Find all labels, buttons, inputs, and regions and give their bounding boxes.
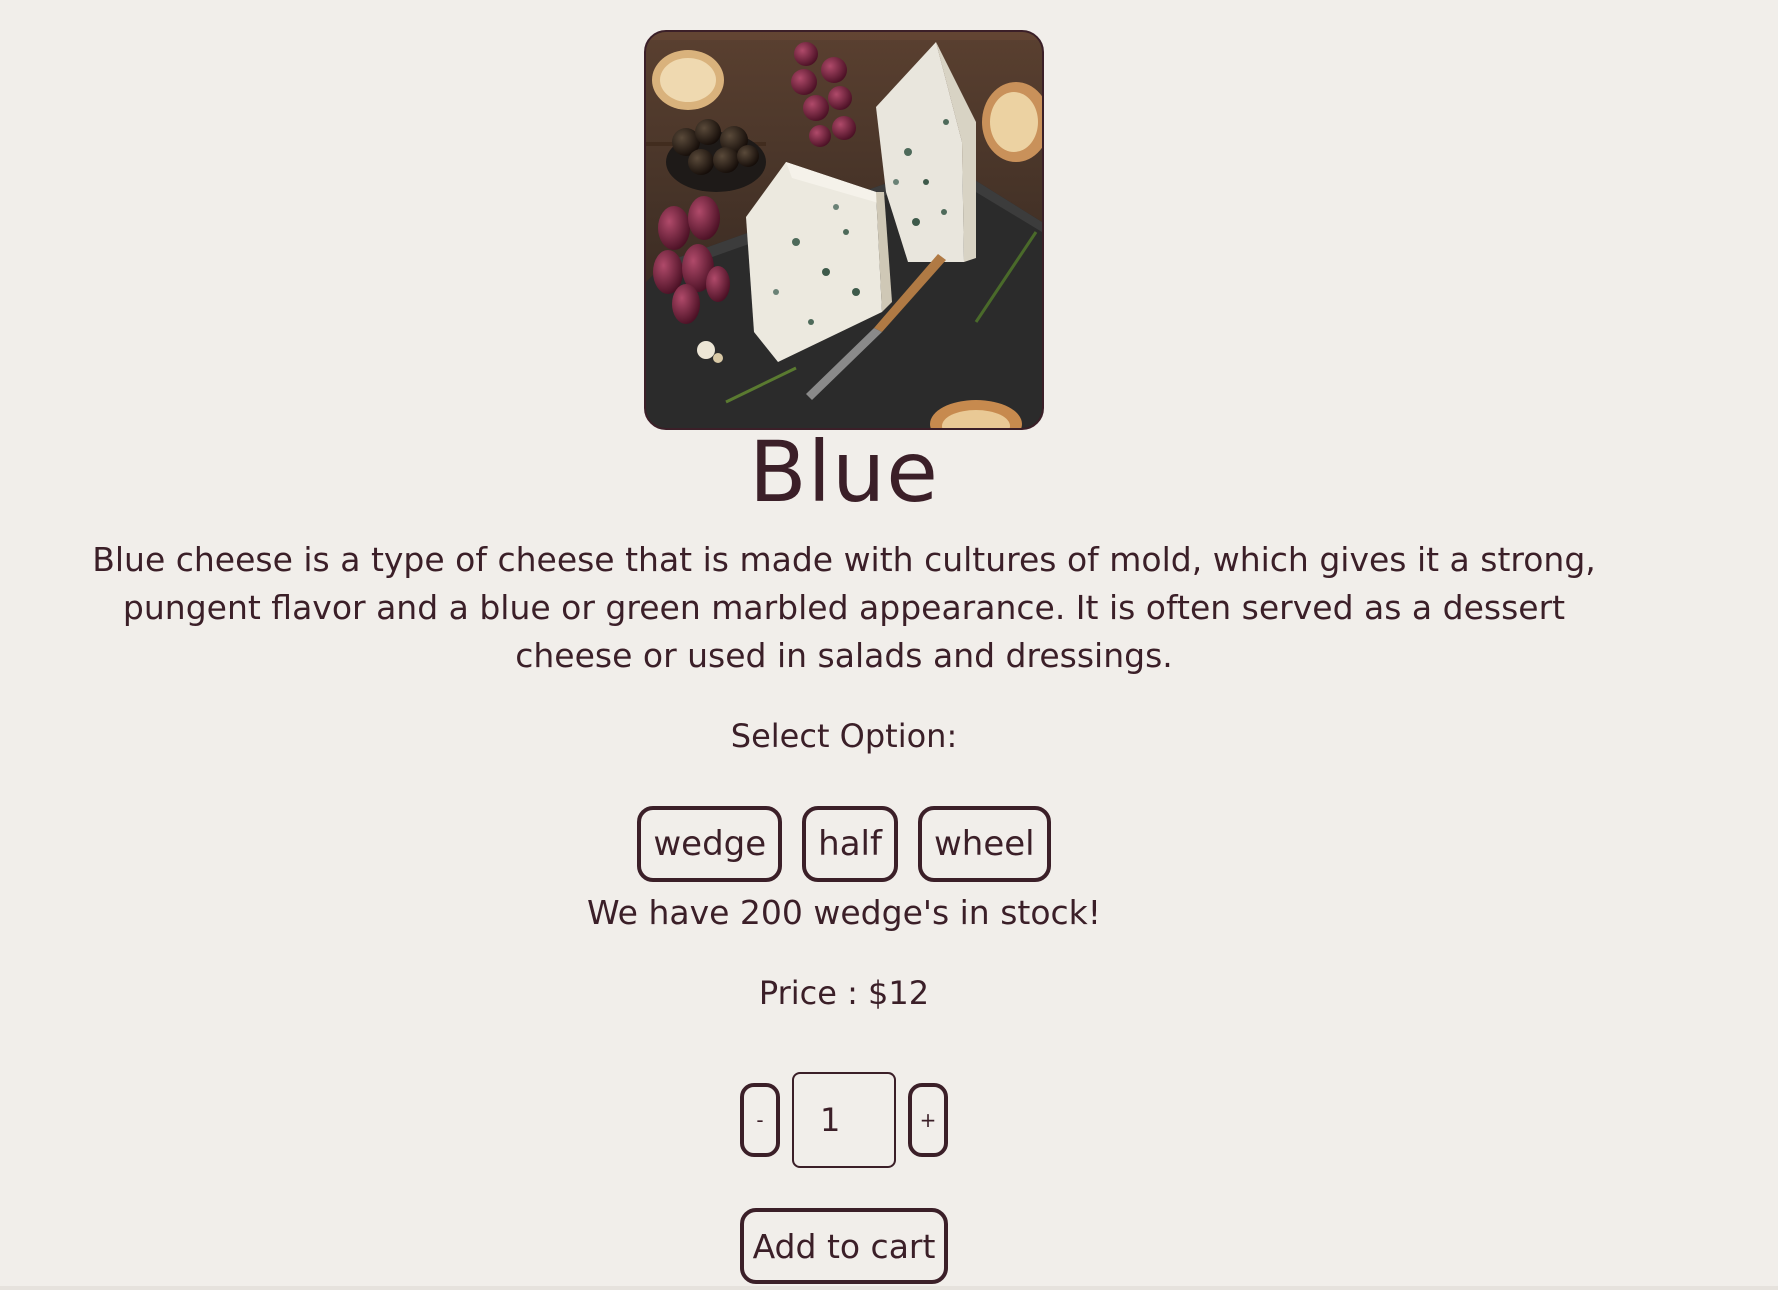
quantity-stepper: - + [0, 1072, 1688, 1168]
product-title: Blue [749, 423, 939, 521]
option-wedge-button[interactable]: wedge [637, 806, 783, 882]
page-bottom-edge [0, 1286, 1778, 1290]
stock-status: We have 200 wedge's in stock! [586, 893, 1102, 932]
cheese-photo [646, 32, 1042, 428]
increment-button[interactable]: + [908, 1083, 948, 1157]
add-to-cart-button[interactable]: Add to cart [740, 1208, 948, 1284]
product-detail: Blue Blue cheese is a type of cheese tha… [0, 0, 1778, 1290]
price-label: Price : $12 [758, 974, 930, 1012]
option-half-button[interactable]: half [802, 806, 898, 882]
decrement-button[interactable]: - [740, 1083, 780, 1157]
option-wheel-button[interactable]: wheel [917, 806, 1051, 882]
select-option-label: Select Option: [730, 717, 958, 755]
quantity-input[interactable] [792, 1072, 896, 1168]
product-description: Blue cheese is a type of cheese that is … [92, 540, 1596, 675]
option-group: wedge half wheel [0, 806, 1688, 882]
product-image [644, 30, 1044, 430]
